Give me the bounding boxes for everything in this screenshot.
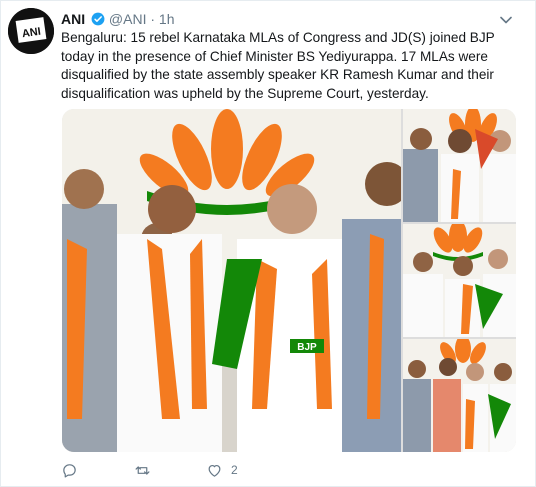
retweet-icon [135, 465, 150, 475]
reply-button[interactable] [61, 459, 86, 481]
tweet-card[interactable]: ANI ANI @ANI · 1h Bengaluru: 15 rebel Ka… [0, 0, 536, 487]
verified-badge-icon [91, 12, 105, 26]
author-handle[interactable]: @ANI [109, 11, 147, 27]
tweet-actions: 2 [61, 459, 461, 481]
photo-grid[interactable]: BJP [62, 109, 516, 452]
author-name[interactable]: ANI [61, 11, 85, 27]
photo-top-right[interactable] [403, 109, 516, 222]
reply-icon [63, 463, 76, 477]
photo-main[interactable]: BJP [62, 109, 401, 452]
timestamp[interactable]: 1h [159, 11, 175, 27]
photo-middle-right[interactable] [403, 224, 516, 337]
avatar[interactable]: ANI [8, 8, 54, 54]
chevron-down-icon[interactable] [499, 13, 513, 27]
retweet-button[interactable] [134, 459, 159, 481]
photo-bottom-right[interactable] [403, 339, 516, 452]
tweet-header: ANI @ANI · 1h [61, 10, 175, 28]
scarf-badge-text: BJP [297, 342, 317, 353]
like-button[interactable]: 2 [206, 459, 238, 481]
heart-icon [208, 464, 221, 477]
separator-dot: · [150, 11, 156, 27]
like-count: 2 [231, 463, 238, 477]
tweet-text: Bengaluru: 15 rebel Karnataka MLAs of Co… [61, 30, 495, 101]
